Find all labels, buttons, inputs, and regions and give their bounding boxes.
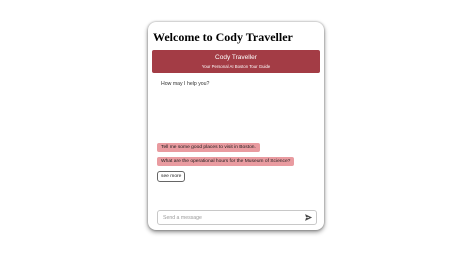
bot-tagline: Your Personal AI Boston Tour Guide — [201, 64, 271, 69]
message-input[interactable] — [163, 211, 299, 224]
bot-message: How may I help you? — [161, 81, 210, 87]
message-composer — [157, 210, 317, 225]
send-button[interactable] — [304, 213, 313, 222]
bot-name: Cody Traveller — [215, 54, 257, 61]
send-icon — [305, 214, 313, 221]
page-title: Welcome to Cody Traveller — [153, 30, 293, 44]
chat-card: Welcome to Cody Traveller Cody Traveller… — [148, 22, 324, 230]
see-more-button[interactable]: see more — [157, 171, 186, 182]
suggestion-chip-museum-hours[interactable]: What are the operational hours for the M… — [157, 157, 295, 166]
chat-header: Cody Traveller Your Personal AI Boston T… — [152, 50, 320, 73]
chat-messages: How may I help you? Tell me some good pl… — [152, 73, 320, 206]
suggestion-chip-places[interactable]: Tell me some good places to visit in Bos… — [157, 143, 260, 152]
